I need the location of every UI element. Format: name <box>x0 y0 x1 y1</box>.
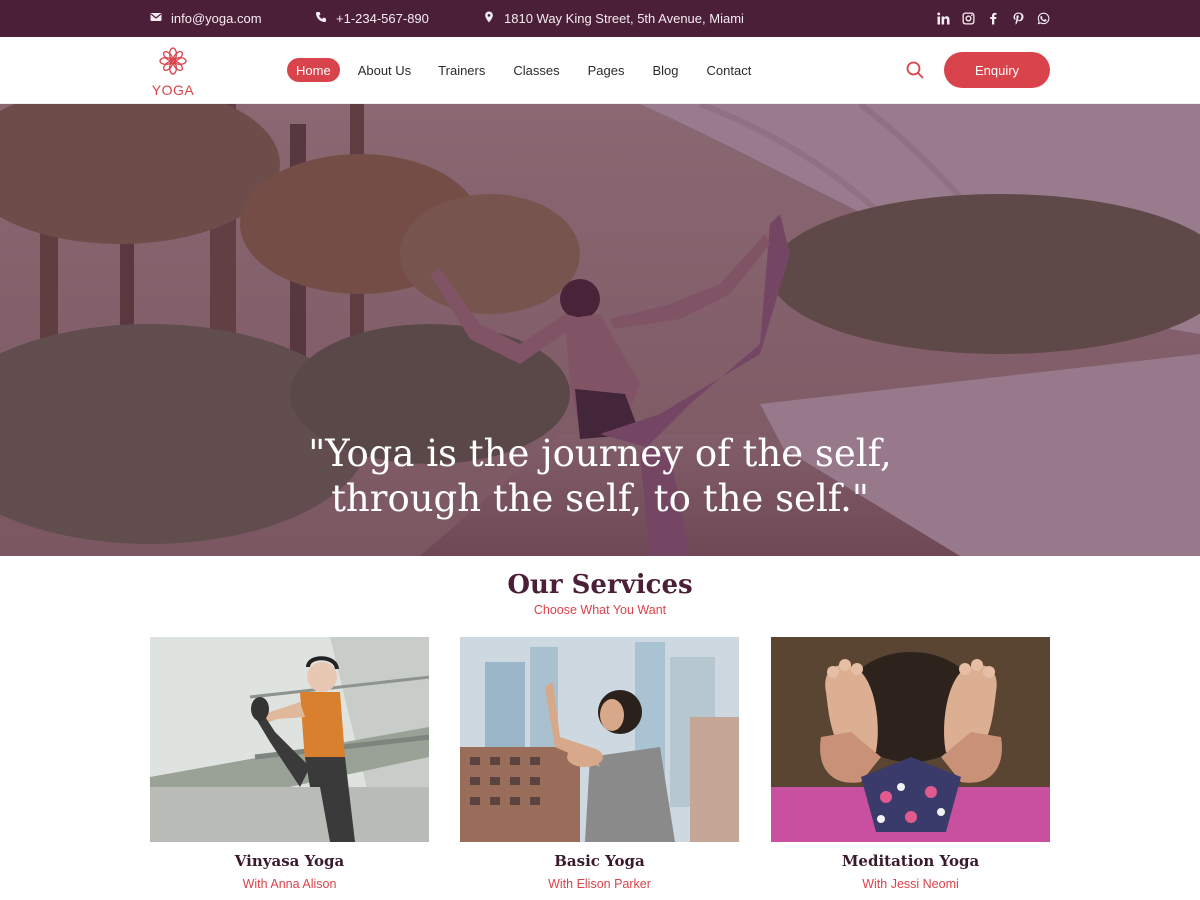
email-contact[interactable]: info@yoga.com <box>150 0 262 37</box>
logo[interactable]: YOGA <box>150 46 196 98</box>
service-trainer: With Jessi Neomi <box>862 877 959 891</box>
service-trainer: With Anna Alison <box>242 877 337 891</box>
nav-blog[interactable]: Blog <box>644 58 688 82</box>
whatsapp-icon[interactable] <box>1037 12 1050 25</box>
nav-home[interactable]: Home <box>287 58 340 82</box>
nav-pages[interactable]: Pages <box>579 58 634 82</box>
nav-classes[interactable]: Classes <box>504 58 568 82</box>
logo-text: YOGA <box>151 82 195 98</box>
service-title[interactable]: Basic Yoga <box>460 852 739 870</box>
service-card-vinyasa[interactable]: Vinyasa Yoga With Anna Alison <box>150 637 429 891</box>
service-image-meditation[interactable] <box>771 637 1050 842</box>
phone-icon <box>315 11 327 26</box>
address-text: 1810 Way King Street, 5th Avenue, Miami <box>504 11 744 26</box>
email-text: info@yoga.com <box>171 11 262 26</box>
hero-quote-line-1: "Yoga is the journey of the self, <box>308 432 892 475</box>
hero-quote: "Yoga is the journey of the self, throug… <box>0 431 1200 521</box>
enquiry-button[interactable]: Enquiry <box>944 52 1050 88</box>
services-subtitle: Choose What You Want <box>533 603 667 617</box>
hero-banner: "Yoga is the journey of the self, throug… <box>0 104 1200 556</box>
search-icon <box>906 61 924 83</box>
location-pin-icon <box>483 11 495 26</box>
social-links <box>937 0 1050 37</box>
service-card-basic[interactable]: Basic Yoga With Elison Parker <box>460 637 739 891</box>
instagram-icon[interactable] <box>962 12 975 25</box>
service-card-meditation[interactable]: Meditation Yoga With Jessi Neomi <box>771 637 1050 891</box>
pinterest-icon[interactable] <box>1012 12 1025 25</box>
service-title[interactable]: Vinyasa Yoga <box>150 852 429 870</box>
nav-contact[interactable]: Contact <box>698 58 761 82</box>
service-image-vinyasa[interactable] <box>150 637 429 842</box>
phone-contact[interactable]: +1-234-567-890 <box>315 0 429 37</box>
top-bar: info@yoga.com +1-234-567-890 1810 Way Ki… <box>0 0 1200 37</box>
address-contact: 1810 Way King Street, 5th Avenue, Miami <box>483 0 744 37</box>
lotus-logo-icon <box>158 46 188 81</box>
hero-quote-line-2: through the self, to the self." <box>331 477 869 520</box>
main-nav: Home About Us Trainers Classes Pages Blo… <box>287 58 760 82</box>
service-title[interactable]: Meditation Yoga <box>771 852 1050 870</box>
mail-icon <box>150 11 162 26</box>
services-title: Our Services <box>507 570 693 600</box>
nav-trainers[interactable]: Trainers <box>429 58 494 82</box>
service-image-basic[interactable] <box>460 637 739 842</box>
phone-text: +1-234-567-890 <box>336 11 429 26</box>
service-trainer: With Elison Parker <box>548 877 651 891</box>
facebook-icon[interactable] <box>987 12 1000 25</box>
main-header: YOGA Home About Us Trainers Classes Page… <box>0 37 1200 104</box>
search-button[interactable] <box>906 61 926 81</box>
nav-about-us[interactable]: About Us <box>349 58 420 82</box>
linkedin-icon[interactable] <box>937 12 950 25</box>
